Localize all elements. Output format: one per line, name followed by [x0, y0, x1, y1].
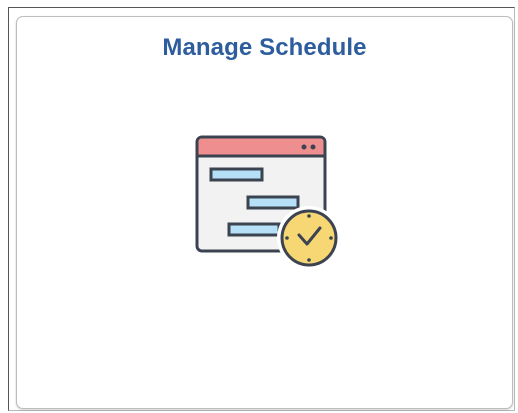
manage-schedule-tile[interactable]: Manage Schedule: [16, 16, 513, 409]
schedule-clock-icon: [195, 135, 341, 270]
tile-title: Manage Schedule: [162, 34, 367, 61]
